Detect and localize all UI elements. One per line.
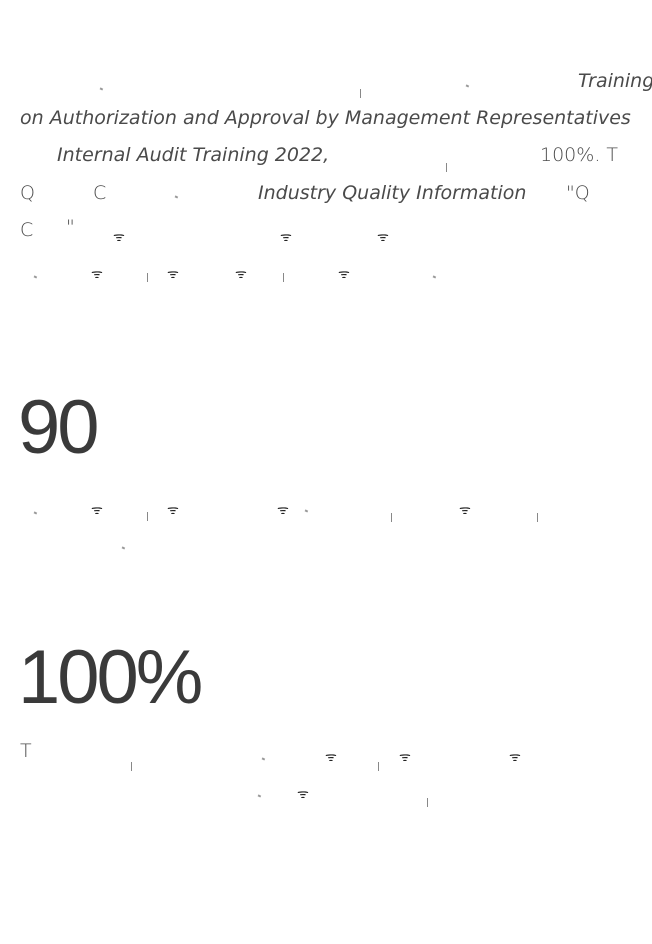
missing-glyph-icon: ᯤ: [113, 230, 125, 245]
quote-mark: ": [66, 216, 75, 238]
missing-glyph-icon: ᯤ: [91, 503, 103, 518]
missing-glyph-icon: ᯤ: [338, 267, 350, 282]
stray-mark: [121, 546, 126, 550]
quoted-q: "Q: [566, 182, 590, 204]
missing-glyph-icon: ᯤ: [280, 230, 292, 245]
comma-mark: [378, 762, 379, 771]
stray-mark: [99, 87, 104, 91]
comma-mark: [131, 762, 132, 771]
stray-mark: [261, 757, 266, 761]
comma-mark: [283, 273, 284, 282]
comma-mark: [147, 273, 148, 282]
comma-mark: [446, 163, 447, 172]
missing-glyph-icon: ᯤ: [459, 503, 471, 518]
stray-mark: [465, 84, 470, 88]
comma-mark: [427, 798, 428, 807]
stray-mark: [257, 794, 262, 798]
comma-mark: [391, 513, 392, 522]
letter-c-second: C: [20, 219, 34, 241]
stray-mark: [174, 195, 179, 199]
missing-glyph-icon: ᯤ: [325, 750, 337, 765]
comma-mark: [537, 513, 538, 522]
comma-mark: [360, 89, 361, 98]
missing-glyph-icon: ᯤ: [399, 750, 411, 765]
stat-value-100-percent: 100%: [18, 635, 203, 720]
training-word: Training: [578, 70, 652, 92]
stat-value-90: 90: [18, 385, 100, 470]
completion-percent-text: 100%. T: [540, 144, 619, 166]
stray-mark: [432, 275, 437, 279]
industry-info-title: Industry Quality Information: [258, 182, 527, 204]
missing-glyph-icon: ᯤ: [91, 267, 103, 282]
document-page: Training on Authorization and Approval b…: [0, 0, 652, 944]
stray-mark: [33, 275, 38, 279]
missing-glyph-icon: ᯤ: [277, 503, 289, 518]
letter-c: C: [93, 182, 107, 204]
missing-glyph-icon: ᯤ: [235, 267, 247, 282]
missing-glyph-icon: ᯤ: [167, 267, 179, 282]
audit-training-title: Internal Audit Training 2022,: [57, 144, 330, 166]
letter-q: Q: [20, 182, 35, 204]
missing-glyph-icon: ᯤ: [377, 230, 389, 245]
course-title: on Authorization and Approval by Managem…: [20, 107, 631, 129]
letter-t: T: [20, 740, 32, 762]
missing-glyph-icon: ᯤ: [509, 750, 521, 765]
stray-mark: [304, 509, 309, 513]
missing-glyph-icon: ᯤ: [167, 503, 179, 518]
stray-mark: [33, 511, 38, 515]
comma-mark: [147, 512, 148, 521]
missing-glyph-icon: ᯤ: [297, 787, 309, 802]
